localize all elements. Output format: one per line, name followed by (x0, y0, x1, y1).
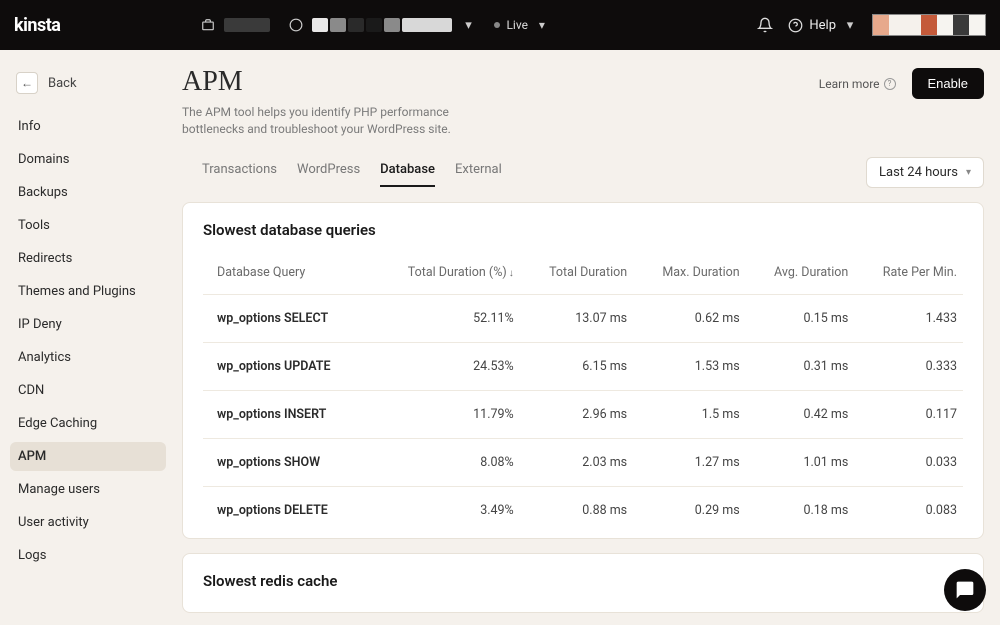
cell-max: 0.62 ms (633, 294, 746, 342)
sidebar: ← Back Info Domains Backups Tools Redirects T… (0, 50, 176, 625)
enable-button[interactable]: Enable (912, 68, 984, 99)
sidebar-item-apm[interactable]: APM (10, 442, 166, 471)
chevron-down-icon: ▾ (842, 17, 858, 33)
tab-external[interactable]: External (455, 158, 502, 187)
cell-avg: 0.15 ms (746, 294, 855, 342)
column-header[interactable]: Total Duration (%)↓ (371, 257, 520, 295)
cell-max: 1.27 ms (633, 438, 746, 486)
queries-card-title: Slowest database queries (203, 221, 963, 239)
help-label: Help (809, 18, 836, 33)
sidebar-item-tools[interactable]: Tools (10, 211, 166, 240)
brand-logo[interactable]: kinsta (14, 15, 60, 36)
help-circle-icon (787, 17, 803, 33)
table-row[interactable]: wp_options DELETE3.49%0.88 ms0.29 ms0.18… (203, 486, 963, 534)
tab-wordpress[interactable]: WordPress (297, 158, 360, 187)
time-range-select[interactable]: Last 24 hours ▾ (866, 157, 984, 188)
sidebar-item-cdn[interactable]: CDN (10, 376, 166, 405)
cell-query: wp_options SHOW (203, 438, 371, 486)
tab-transactions[interactable]: Transactions (202, 158, 277, 187)
chat-launcher[interactable] (944, 569, 986, 611)
wordpress-icon (288, 17, 304, 33)
column-header[interactable]: Total Duration (520, 257, 633, 295)
cell-total: 2.96 ms (520, 390, 633, 438)
cell-rate: 1.433 (854, 294, 963, 342)
time-range-label: Last 24 hours (879, 165, 958, 180)
site-dropdown[interactable]: ▾ (288, 17, 476, 33)
sidebar-item-logs[interactable]: Logs (10, 541, 166, 570)
column-header[interactable]: Avg. Duration (746, 257, 855, 295)
notification-bell-icon[interactable] (757, 17, 773, 33)
chevron-down-icon: ▾ (534, 17, 550, 33)
sidebar-item-domains[interactable]: Domains (10, 145, 166, 174)
column-header[interactable]: Database Query (203, 257, 371, 295)
arrow-left-icon: ← (16, 72, 38, 94)
user-avatar[interactable] (872, 14, 986, 36)
column-header[interactable]: Max. Duration (633, 257, 746, 295)
environment-dropdown[interactable]: Live ▾ (494, 17, 549, 33)
cell-rate: 0.083 (854, 486, 963, 534)
environment-label: Live (506, 18, 527, 32)
queries-table: Database QueryTotal Duration (%)↓Total D… (203, 257, 963, 534)
chat-icon (955, 580, 975, 600)
chevron-down-icon: ▾ (966, 167, 971, 178)
cell-query: wp_options DELETE (203, 486, 371, 534)
redis-card: Slowest redis cache (182, 553, 984, 613)
cell-rate: 0.333 (854, 342, 963, 390)
cell-total: 0.88 ms (520, 486, 633, 534)
sidebar-item-analytics[interactable]: Analytics (10, 343, 166, 372)
sidebar-item-info[interactable]: Info (10, 112, 166, 141)
back-label: Back (48, 76, 77, 91)
cell-max: 1.5 ms (633, 390, 746, 438)
sidebar-item-user-activity[interactable]: User activity (10, 508, 166, 537)
redis-card-title: Slowest redis cache (203, 572, 963, 590)
learn-more-link[interactable]: Learn more ? (819, 77, 896, 91)
cell-pct: 8.08% (371, 438, 520, 486)
cell-pct: 11.79% (371, 390, 520, 438)
sidebar-item-backups[interactable]: Backups (10, 178, 166, 207)
cell-avg: 0.18 ms (746, 486, 855, 534)
cell-avg: 0.42 ms (746, 390, 855, 438)
cell-pct: 24.53% (371, 342, 520, 390)
cell-rate: 0.117 (854, 390, 963, 438)
column-header[interactable]: Rate Per Min. (854, 257, 963, 295)
cell-query: wp_options SELECT (203, 294, 371, 342)
chevron-down-icon: ▾ (460, 17, 476, 33)
cell-avg: 1.01 ms (746, 438, 855, 486)
tab-database[interactable]: Database (380, 158, 435, 187)
sidebar-item-themes-and-plugins[interactable]: Themes and Plugins (10, 277, 166, 306)
status-dot-icon (494, 22, 500, 28)
briefcase-icon (200, 17, 216, 33)
sidebar-item-redirects[interactable]: Redirects (10, 244, 166, 273)
help-circle-icon: ? (884, 78, 896, 90)
sort-desc-icon: ↓ (509, 268, 514, 279)
cell-max: 1.53 ms (633, 342, 746, 390)
cell-query: wp_options INSERT (203, 390, 371, 438)
cell-total: 13.07 ms (520, 294, 633, 342)
cell-rate: 0.033 (854, 438, 963, 486)
table-row[interactable]: wp_options INSERT11.79%2.96 ms1.5 ms0.42… (203, 390, 963, 438)
help-menu[interactable]: Help ▾ (787, 17, 858, 33)
queries-card: Slowest database queries Database QueryT… (182, 202, 984, 539)
cell-query: wp_options UPDATE (203, 342, 371, 390)
sidebar-item-manage-users[interactable]: Manage users (10, 475, 166, 504)
page-description: The APM tool helps you identify PHP perf… (182, 104, 462, 139)
cell-avg: 0.31 ms (746, 342, 855, 390)
cell-max: 0.29 ms (633, 486, 746, 534)
cell-pct: 52.11% (371, 294, 520, 342)
table-row[interactable]: wp_options SHOW8.08%2.03 ms1.27 ms1.01 m… (203, 438, 963, 486)
table-row[interactable]: wp_options SELECT52.11%13.07 ms0.62 ms0.… (203, 294, 963, 342)
table-row[interactable]: wp_options UPDATE24.53%6.15 ms1.53 ms0.3… (203, 342, 963, 390)
sidebar-item-ip-deny[interactable]: IP Deny (10, 310, 166, 339)
cell-total: 2.03 ms (520, 438, 633, 486)
sidebar-item-edge-caching[interactable]: Edge Caching (10, 409, 166, 438)
company-dropdown[interactable] (200, 17, 270, 33)
main-content: APM The APM tool helps you identify PHP … (176, 50, 1000, 625)
topbar: kinsta ▾ Live ▾ (0, 0, 1000, 50)
tabs: Transactions WordPress Database External (202, 158, 502, 187)
page-title: APM (182, 66, 462, 98)
cell-pct: 3.49% (371, 486, 520, 534)
cell-total: 6.15 ms (520, 342, 633, 390)
back-link[interactable]: ← Back (10, 66, 166, 112)
